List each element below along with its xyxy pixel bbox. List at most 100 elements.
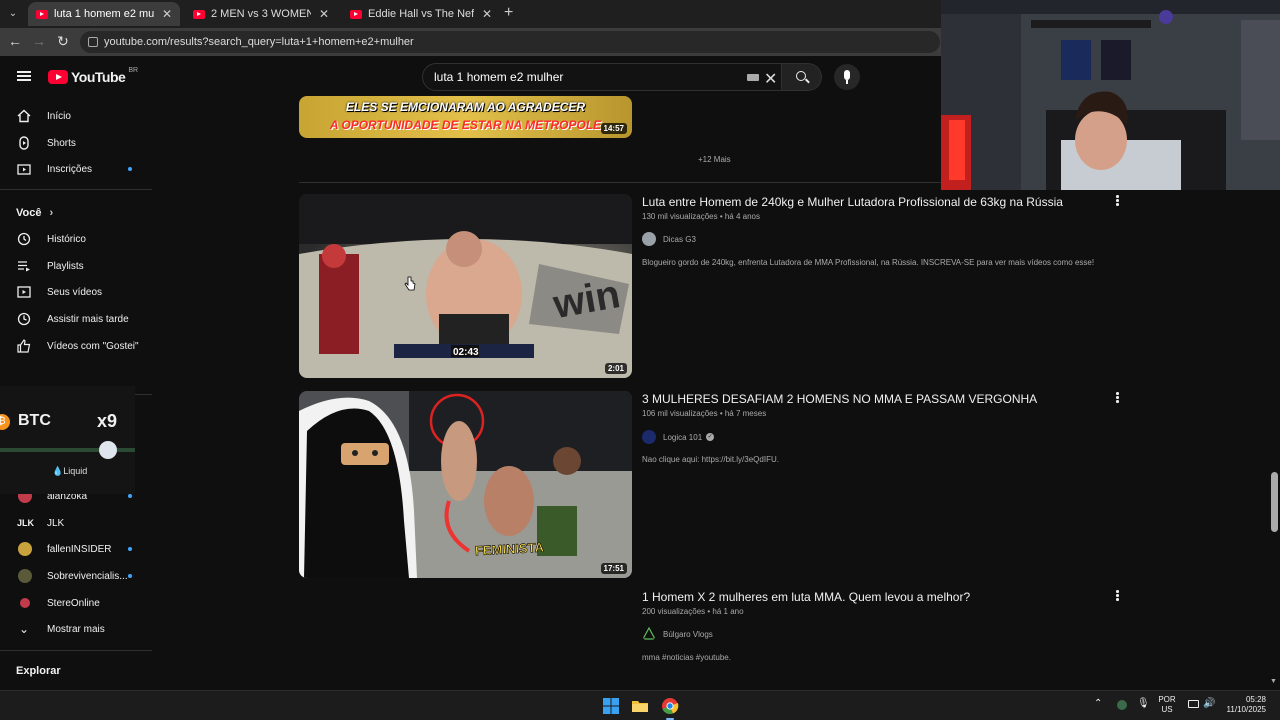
keyboard-icon[interactable]: [747, 74, 759, 81]
explore-section-title: Explorar: [16, 665, 61, 677]
scroll-down-arrow-icon[interactable]: ▼: [1270, 678, 1277, 685]
search-button[interactable]: [782, 63, 822, 91]
video-title[interactable]: Luta entre Homem de 240kg e Mulher Lutad…: [642, 195, 1063, 209]
site-info-icon[interactable]: [88, 37, 98, 47]
tab-search-chevron-icon[interactable]: ⌄: [4, 5, 22, 23]
sidebar-sub-jlk[interactable]: JLK JLK: [0, 510, 150, 536]
thumbnail-caption: A OPORTUNIDADE DE ESTAR NA METROPOLE: [329, 118, 602, 132]
hamburger-menu-icon[interactable]: [17, 71, 31, 81]
btc-overlay-widget: ₿ BTC x9 💧Liquid: [0, 366, 135, 494]
back-arrow-icon[interactable]: ←: [6, 33, 24, 49]
tray-microphone-icon[interactable]: 🎙: [1137, 699, 1150, 709]
windows-start-icon[interactable]: [602, 697, 620, 715]
sidebar-divider: [0, 650, 152, 651]
video-thumbnail[interactable]: FEMINISTA 17:51: [299, 391, 632, 578]
close-tab-icon[interactable]: ✕: [319, 7, 329, 21]
sidebar-show-more[interactable]: ⌄ Mostrar mais: [0, 616, 150, 642]
playlists-icon: [18, 261, 30, 272]
logo-text: YouTube: [71, 69, 126, 85]
sidebar-item-playlists[interactable]: Playlists: [0, 253, 150, 279]
drop-icon: 💧: [52, 466, 64, 476]
more-actions-icon[interactable]: [1116, 590, 1120, 602]
video-meta: 130 mil visualizações • há 4 anos: [642, 212, 760, 221]
hand-cursor-icon: [404, 276, 416, 291]
video-title[interactable]: 3 MULHERES DESAFIAM 2 HOMENS NO MMA E PA…: [642, 392, 1037, 406]
new-content-dot: [128, 547, 132, 551]
chrome-icon[interactable]: [661, 697, 679, 715]
video-title[interactable]: 1 Homem X 2 mulheres em luta MMA. Quem l…: [642, 590, 970, 604]
channel-avatar: [18, 569, 32, 583]
tray-overflow-chevron-icon[interactable]: ⌃: [1094, 699, 1102, 709]
channel-name: Logica 101: [663, 432, 703, 442]
browser-tab-3[interactable]: Eddie Hall vs The Neffati Brothers ✕: [342, 2, 500, 26]
subscriptions-icon: [17, 164, 31, 175]
sidebar-item-history[interactable]: Histórico: [0, 226, 150, 252]
sidebar-item-watch-later[interactable]: Assistir mais tarde: [0, 306, 150, 332]
volume-icon[interactable]: 🔊: [1203, 699, 1215, 709]
results-divider: [299, 182, 941, 183]
address-bar[interactable]: youtube.com/results?search_query=luta+1+…: [80, 31, 940, 53]
sidebar-item-liked-videos[interactable]: Vídeos com "Gostei": [0, 333, 150, 359]
sidebar-item-home[interactable]: Início: [0, 103, 150, 129]
watch-later-icon: [17, 312, 31, 326]
video-meta: 106 mil visualizações • há 7 meses: [642, 409, 767, 418]
clock[interactable]: 05:28 11/10/2025: [1222, 695, 1266, 715]
search-input[interactable]: luta 1 homem e2 mulher ✕: [422, 63, 782, 91]
tray-app-icon[interactable]: [1117, 700, 1127, 710]
sidebar-item-label: Início: [47, 110, 71, 122]
search-query: luta 1 homem e2 mulher: [434, 70, 564, 84]
video-channel[interactable]: Búlgaro Vlogs: [642, 627, 713, 641]
channel-name: Búlgaro Vlogs: [663, 629, 713, 639]
duration-badge: 14:57: [600, 123, 627, 134]
scrollbar-thumb[interactable]: [1271, 472, 1278, 532]
youtube-logo[interactable]: YouTube BR: [48, 67, 138, 85]
video-thumbnail[interactable]: win 02:43 2:01: [299, 194, 632, 378]
browser-tab-1[interactable]: luta 1 homem e2 mulher - YouTube ✕: [28, 2, 180, 26]
video-description: mma #noticias #youtube.: [642, 653, 731, 662]
channel-avatar: [20, 598, 30, 608]
you-section-title[interactable]: Você ›: [16, 207, 53, 219]
video-description: Nao clique aqui: https://bit.ly/3eQdIFU.: [642, 455, 779, 464]
video-channel[interactable]: Logica 101 ✓: [642, 430, 715, 444]
more-actions-icon[interactable]: [1116, 392, 1120, 404]
new-content-dot: [128, 494, 132, 498]
close-tab-icon[interactable]: ✕: [482, 7, 492, 21]
sidebar-sub-sobrevivencialismo[interactable]: Sobrevivencialis...: [0, 563, 150, 589]
sidebar-item-label: Seus vídeos: [47, 286, 103, 298]
network-icon[interactable]: [1188, 700, 1199, 708]
new-tab-button[interactable]: +: [504, 4, 513, 22]
btc-footer: 💧Liquid: [52, 466, 88, 476]
clear-search-icon[interactable]: ✕: [764, 67, 777, 93]
home-icon: [17, 109, 31, 123]
sidebar-sub-stereonline[interactable]: StereOnline: [0, 590, 150, 616]
sidebar-sub-falleninsider[interactable]: fallenINSIDER: [0, 536, 150, 562]
sidebar-item-your-videos[interactable]: Seus vídeos: [0, 279, 150, 305]
channel-avatar: [642, 430, 656, 444]
sidebar-item-subscriptions[interactable]: Inscrições: [0, 156, 150, 182]
language-indicator[interactable]: POR US: [1155, 695, 1179, 715]
sidebar-item-label: Inscrições: [47, 163, 93, 175]
new-content-dot: [128, 167, 132, 171]
browser-tab-2[interactable]: 2 MEN vs 3 WOMEN - MMA Fight ✕: [185, 2, 337, 26]
reload-icon[interactable]: ↻: [54, 33, 72, 50]
sidebar-item-label: StereOnline: [47, 597, 100, 609]
more-videos-link[interactable]: +12 Mais: [698, 155, 731, 164]
sidebar-item-label: Mostrar mais: [47, 623, 105, 635]
forward-arrow-icon[interactable]: →: [30, 33, 48, 49]
more-actions-icon[interactable]: [1116, 195, 1120, 207]
video-thumbnail[interactable]: ELES SE EMCIONARAM AO AGRADECER A OPORTU…: [299, 96, 632, 138]
video-channel[interactable]: Dicas G3: [642, 232, 696, 246]
video-meta: 200 visualizações • há 1 ano: [642, 607, 744, 616]
channel-name: Dicas G3: [663, 234, 696, 244]
voice-search-button[interactable]: [834, 64, 860, 90]
btc-slider-knob[interactable]: [99, 441, 117, 459]
duration-badge: 17:51: [600, 563, 627, 574]
jlk-logo-icon: JLK: [17, 518, 35, 528]
close-tab-icon[interactable]: ✕: [162, 7, 172, 21]
sidebar-item-shorts[interactable]: Shorts: [0, 130, 150, 156]
file-explorer-icon[interactable]: [631, 697, 649, 715]
windows-taskbar: ⌃ 🎙 POR US 🔊 05:28 11/10/2025: [0, 690, 1280, 720]
clock-time: 05:28: [1245, 695, 1266, 704]
sidebar-item-label: Shorts: [47, 137, 76, 149]
youtube-play-icon: [48, 70, 68, 84]
